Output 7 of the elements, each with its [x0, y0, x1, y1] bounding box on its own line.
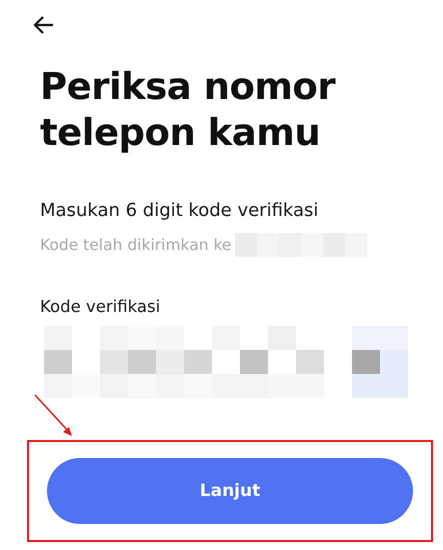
- page-title: Periksa nomor telepon kamu: [40, 64, 336, 156]
- continue-button[interactable]: Lanjut: [47, 458, 413, 524]
- instruction-text: Masukan 6 digit kode verifikasi: [40, 200, 320, 221]
- sent-note: Kode telah dikirimkan ke: [40, 236, 232, 254]
- field-label: Kode verifikasi: [40, 297, 162, 316]
- pointer-arrow: [33, 393, 75, 439]
- back-icon[interactable]: [33, 14, 55, 36]
